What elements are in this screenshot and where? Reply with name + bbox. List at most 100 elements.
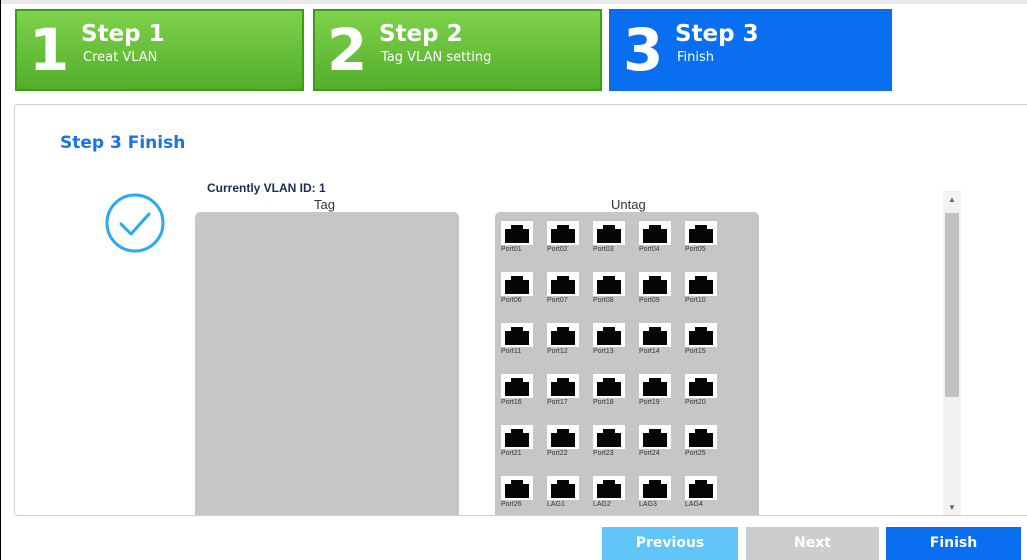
port-label: Port14 <box>639 348 660 355</box>
ethernet-port-icon[interactable]: LAG1 <box>545 470 585 514</box>
port-label: Port26 <box>501 501 522 508</box>
port-label: Port09 <box>639 297 660 304</box>
port-jack <box>639 476 671 500</box>
port-label: LAG2 <box>593 501 611 508</box>
ethernet-port-icon[interactable]: LAG2 <box>591 470 631 514</box>
port-jack <box>685 476 717 500</box>
port-label: Port12 <box>547 348 568 355</box>
port-jack <box>685 425 717 449</box>
tag-port-box[interactable] <box>195 212 459 515</box>
port-label: Port25 <box>685 450 706 457</box>
ethernet-port-icon[interactable]: Port25 <box>683 419 723 463</box>
tag-column-label: Tag <box>314 197 335 212</box>
step-number: 2 <box>327 16 368 84</box>
port-jack <box>639 323 671 347</box>
port-jack <box>593 272 625 296</box>
ethernet-port-icon[interactable]: Port04 <box>637 215 677 259</box>
ethernet-port-icon[interactable]: Port02 <box>545 215 585 259</box>
ethernet-port-icon[interactable]: Port15 <box>683 317 723 361</box>
port-jack <box>639 425 671 449</box>
step-tab-3[interactable]: 3 Step 3 Finish <box>609 9 892 91</box>
port-jack <box>501 425 533 449</box>
scroll-down-arrow-icon[interactable]: ▼ <box>943 499 961 515</box>
step-number: 3 <box>623 16 664 84</box>
port-label: Port02 <box>547 246 568 253</box>
port-jack <box>547 221 579 245</box>
ethernet-port-icon[interactable]: Port17 <box>545 368 585 412</box>
port-label: Port10 <box>685 297 706 304</box>
vertical-scrollbar[interactable]: ▲ ▼ <box>943 191 961 515</box>
port-jack <box>501 323 533 347</box>
port-jack <box>639 374 671 398</box>
ethernet-port-icon[interactable]: Port18 <box>591 368 631 412</box>
port-label: Port24 <box>639 450 660 457</box>
scrollbar-thumb[interactable] <box>945 213 959 397</box>
ethernet-port-icon[interactable]: Port10 <box>683 266 723 310</box>
ethernet-port-icon[interactable]: Port21 <box>499 419 539 463</box>
ethernet-port-icon[interactable]: Port20 <box>683 368 723 412</box>
port-label: Port01 <box>501 246 522 253</box>
port-jack <box>593 323 625 347</box>
step-tab-1[interactable]: 1 Step 1 Creat VLAN <box>15 9 304 91</box>
port-jack <box>593 221 625 245</box>
port-jack <box>501 272 533 296</box>
port-jack <box>501 374 533 398</box>
finish-button[interactable]: Finish <box>886 527 1021 560</box>
port-jack <box>685 323 717 347</box>
panel-title: Step 3 Finish <box>60 133 186 153</box>
port-label: Port04 <box>639 246 660 253</box>
port-jack <box>547 425 579 449</box>
ethernet-port-icon[interactable]: Port23 <box>591 419 631 463</box>
ethernet-port-icon[interactable]: Port08 <box>591 266 631 310</box>
port-jack <box>547 374 579 398</box>
step-title: Step 1 <box>81 21 165 47</box>
scroll-up-arrow-icon[interactable]: ▲ <box>943 191 961 209</box>
port-label: Port18 <box>593 399 614 406</box>
ethernet-port-icon[interactable]: Port26 <box>499 470 539 514</box>
port-jack <box>685 374 717 398</box>
port-label: Port06 <box>501 297 522 304</box>
port-label: Port21 <box>501 450 522 457</box>
port-jack <box>501 476 533 500</box>
current-vlan-id: Currently VLAN ID: 1 <box>207 181 326 195</box>
port-label: Port03 <box>593 246 614 253</box>
next-button[interactable]: Next <box>746 527 879 560</box>
content-panel: Step 3 Finish Currently VLAN ID: 1 Tag U… <box>14 104 1027 516</box>
port-label: Port13 <box>593 348 614 355</box>
port-jack <box>639 272 671 296</box>
step-tab-2[interactable]: 2 Step 2 Tag VLAN setting <box>313 9 602 91</box>
port-jack <box>547 476 579 500</box>
port-jack <box>501 221 533 245</box>
ethernet-port-icon[interactable]: Port16 <box>499 368 539 412</box>
ethernet-port-icon[interactable]: Port13 <box>591 317 631 361</box>
ethernet-port-icon[interactable]: Port01 <box>499 215 539 259</box>
ethernet-port-icon[interactable]: Port09 <box>637 266 677 310</box>
port-label: Port11 <box>501 348 522 355</box>
port-jack <box>593 425 625 449</box>
untag-column-label: Untag <box>611 197 646 212</box>
ethernet-port-icon[interactable]: Port05 <box>683 215 723 259</box>
port-jack <box>685 221 717 245</box>
ethernet-port-icon[interactable]: LAG3 <box>637 470 677 514</box>
ethernet-port-icon[interactable]: Port07 <box>545 266 585 310</box>
step-title: Step 2 <box>379 21 463 47</box>
ethernet-port-icon[interactable]: Port14 <box>637 317 677 361</box>
ethernet-port-icon[interactable]: LAG4 <box>683 470 723 514</box>
ethernet-port-icon[interactable]: Port19 <box>637 368 677 412</box>
step-number: 1 <box>29 16 70 84</box>
ethernet-port-icon[interactable]: Port03 <box>591 215 631 259</box>
step-subtitle: Finish <box>677 50 715 65</box>
untag-port-box[interactable]: Port01 Port02 Port03 Port04 Port05 Port06 Port… <box>495 212 759 515</box>
port-label: Port19 <box>639 399 660 406</box>
port-jack <box>639 221 671 245</box>
ethernet-port-icon[interactable]: Port06 <box>499 266 539 310</box>
ethernet-port-icon[interactable]: Port12 <box>545 317 585 361</box>
port-label: Port22 <box>547 450 568 457</box>
ethernet-port-icon[interactable]: Port11 <box>499 317 539 361</box>
previous-button[interactable]: Previous <box>602 527 738 560</box>
ethernet-port-icon[interactable]: Port22 <box>545 419 585 463</box>
ethernet-port-icon[interactable]: Port24 <box>637 419 677 463</box>
port-jack <box>593 476 625 500</box>
port-label: Port05 <box>685 246 706 253</box>
port-label: Port23 <box>593 450 614 457</box>
